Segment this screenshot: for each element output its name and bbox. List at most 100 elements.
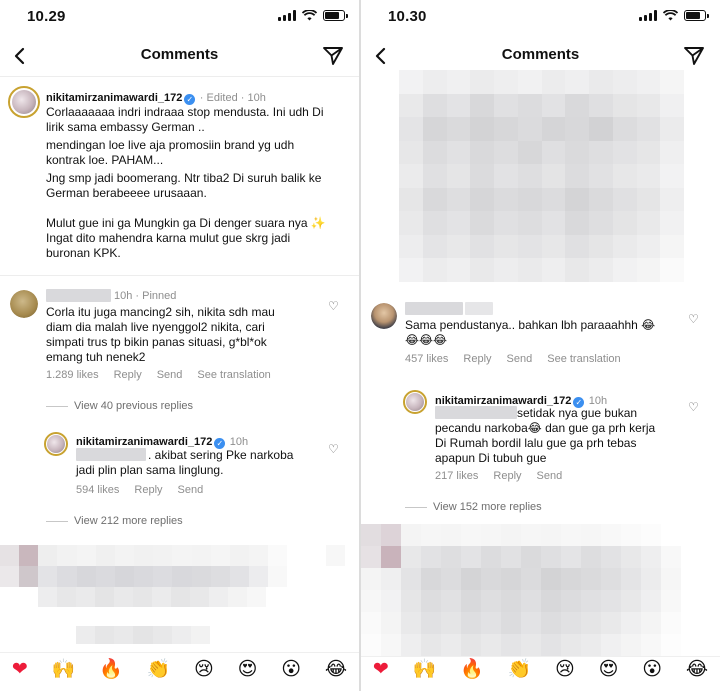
send-button[interactable]: Send — [157, 369, 183, 381]
reply-text: pecandu narkoba😂 dan gue ga prh kerja Di… — [435, 421, 695, 466]
status-time: 10.30 — [388, 8, 427, 25]
battery-icon — [684, 10, 709, 21]
caption-line: mendingan loe live aja promosiin brand y… — [46, 138, 295, 152]
pixelated-censor-block — [38, 587, 266, 607]
commenter-avatar[interactable] — [10, 290, 38, 318]
reply-button[interactable]: Reply — [493, 470, 521, 482]
likes-count[interactable]: 1.289 likes — [46, 369, 99, 381]
send-button[interactable]: Send — [178, 484, 204, 496]
surprised-face-emoji-icon[interactable]: 😮 — [281, 659, 301, 679]
caption-avatar[interactable] — [8, 86, 40, 118]
crying-face-emoji-icon[interactable]: 😢 — [555, 659, 575, 679]
wifi-icon — [663, 10, 678, 21]
red-heart-emoji-icon[interactable]: ❤ — [12, 659, 28, 679]
reply-actions: 594 likes Reply Send — [76, 484, 203, 496]
emoji-reaction-bar: ❤ 🙌 🔥 👏 😢 😍 😮 😂 — [0, 651, 359, 687]
comment-meta: 10h · Pinned — [114, 290, 177, 302]
reply-button[interactable]: Reply — [463, 353, 491, 365]
redacted-username — [405, 302, 463, 315]
pixelated-censor-block — [399, 70, 684, 282]
comment-line: simpati trus tp bikin panas situasi, g*b… — [46, 335, 267, 349]
reply-avatar[interactable] — [403, 390, 427, 414]
see-translation-button[interactable]: See translation — [547, 353, 620, 365]
send-button[interactable]: Send — [537, 470, 563, 482]
send-button[interactable]: Send — [507, 353, 533, 365]
comment-line: Sama pendustanya.. bahkan lbh paraaahhh … — [405, 318, 656, 332]
caption-line — [46, 201, 354, 216]
left-screenshot: 10.29 Comments nikitamirzanimawardi_172 ✓… — [0, 0, 359, 691]
view-more-label: View 212 more replies — [74, 515, 183, 527]
like-heart-icon[interactable]: ♡ — [328, 442, 339, 456]
emoji-reaction-bar: ❤ 🙌 🔥 👏 😢 😍 😮 😂 — [361, 651, 720, 687]
pixelated-censor-block — [0, 545, 345, 587]
status-icons — [278, 10, 348, 21]
view-more-replies[interactable]: View 212 more replies — [46, 515, 183, 527]
status-bar: 10.29 — [0, 0, 359, 34]
reply-username[interactable]: nikitamirzanimawardi_172 — [76, 436, 212, 448]
comment-actions: 1.289 likes Reply Send See translation — [46, 369, 271, 381]
status-bar: 10.30 — [361, 0, 720, 34]
verified-badge-icon: ✓ — [184, 94, 196, 105]
likes-count[interactable]: 457 likes — [405, 353, 448, 365]
caption-line: Jng smp jadi boomerang. Ntr tiba2 Di sur… — [46, 171, 322, 185]
page-title: Comments — [501, 46, 580, 63]
share-icon[interactable] — [321, 44, 345, 68]
clapping-hands-emoji-icon[interactable]: 👏 — [147, 659, 171, 679]
likes-count[interactable]: 594 likes — [76, 484, 119, 496]
crying-face-emoji-icon[interactable]: 😢 — [194, 659, 214, 679]
caption-meta: · Edited · 10h — [199, 92, 266, 104]
reply-button[interactable]: Reply — [114, 369, 142, 381]
comment-text: Corla itu juga mancing2 sih, nikita sdh … — [46, 305, 326, 365]
nav-bar: Comments — [0, 36, 359, 76]
fire-emoji-icon[interactable]: 🔥 — [460, 659, 484, 679]
share-icon[interactable] — [682, 44, 706, 68]
tears-of-joy-emoji-icon[interactable]: 😂 — [686, 659, 708, 679]
see-translation-button[interactable]: See translation — [197, 369, 270, 381]
redacted-mention — [435, 406, 517, 419]
redacted-username — [46, 289, 111, 302]
status-time: 10.29 — [27, 8, 66, 25]
comment-text: Sama pendustanya.. bahkan lbh paraaahhh … — [405, 318, 695, 348]
clapping-hands-emoji-icon[interactable]: 👏 — [508, 659, 532, 679]
status-icons — [639, 10, 709, 21]
like-heart-icon[interactable]: ♡ — [688, 400, 699, 414]
tears-of-joy-emoji-icon[interactable]: 😂 — [325, 659, 347, 679]
comment-line: Corla itu juga mancing2 sih, nikita sdh … — [46, 305, 275, 319]
caption-line: kontrak loe. PAHAM... — [46, 153, 164, 167]
right-screenshot: 10.30 Comments Sama pendustanya.. bahkan… — [361, 0, 720, 691]
surprised-face-emoji-icon[interactable]: 😮 — [642, 659, 662, 679]
raising-hands-emoji-icon[interactable]: 🙌 — [52, 659, 76, 679]
raising-hands-emoji-icon[interactable]: 🙌 — [413, 659, 437, 679]
comment-line: diam dia malah live nyenggol2 nikita, ca… — [46, 320, 265, 334]
reply-meta: 10h — [229, 436, 249, 448]
cellular-signal-icon — [639, 10, 657, 21]
header-divider — [0, 76, 359, 77]
caption-line: Mulut gue ini ga Mungkin ga Di denger su… — [46, 216, 326, 230]
red-heart-emoji-icon[interactable]: ❤ — [373, 659, 389, 679]
view-more-label: View 152 more replies — [433, 501, 542, 513]
view-more-replies[interactable]: View 152 more replies — [405, 501, 542, 513]
view-previous-replies[interactable]: View 40 previous replies — [46, 400, 193, 412]
reply-text-line2: jadi plin plan sama linglung. — [76, 463, 224, 477]
caption-line: German berabeeee urusaaan. — [46, 186, 207, 200]
redacted-mention — [76, 448, 146, 461]
comment-line: 😂😂😂 — [405, 333, 448, 347]
caption-divider — [0, 275, 359, 276]
reply-text-line1: . akibat sering Pke narkoba — [148, 448, 294, 462]
pixelated-censor-block — [361, 524, 701, 656]
caption-username[interactable]: nikitamirzanimawardi_172 — [46, 92, 182, 104]
wifi-icon — [302, 10, 317, 21]
caption-line: lirik sama embassy German .. — [46, 120, 205, 134]
reply-avatar[interactable] — [44, 432, 68, 456]
likes-count[interactable]: 217 likes — [435, 470, 478, 482]
pixelated-censor-block — [76, 626, 210, 644]
reply-line: pecandu narkoba😂 dan gue ga prh kerja — [435, 421, 656, 435]
like-heart-icon[interactable]: ♡ — [688, 312, 699, 326]
fire-emoji-icon[interactable]: 🔥 — [99, 659, 123, 679]
like-heart-icon[interactable]: ♡ — [328, 299, 339, 313]
heart-eyes-emoji-icon[interactable]: 😍 — [599, 659, 619, 679]
commenter-avatar[interactable] — [371, 303, 397, 329]
comment-line: emang tuh nenek2 — [46, 350, 146, 364]
reply-button[interactable]: Reply — [134, 484, 162, 496]
heart-eyes-emoji-icon[interactable]: 😍 — [238, 659, 258, 679]
